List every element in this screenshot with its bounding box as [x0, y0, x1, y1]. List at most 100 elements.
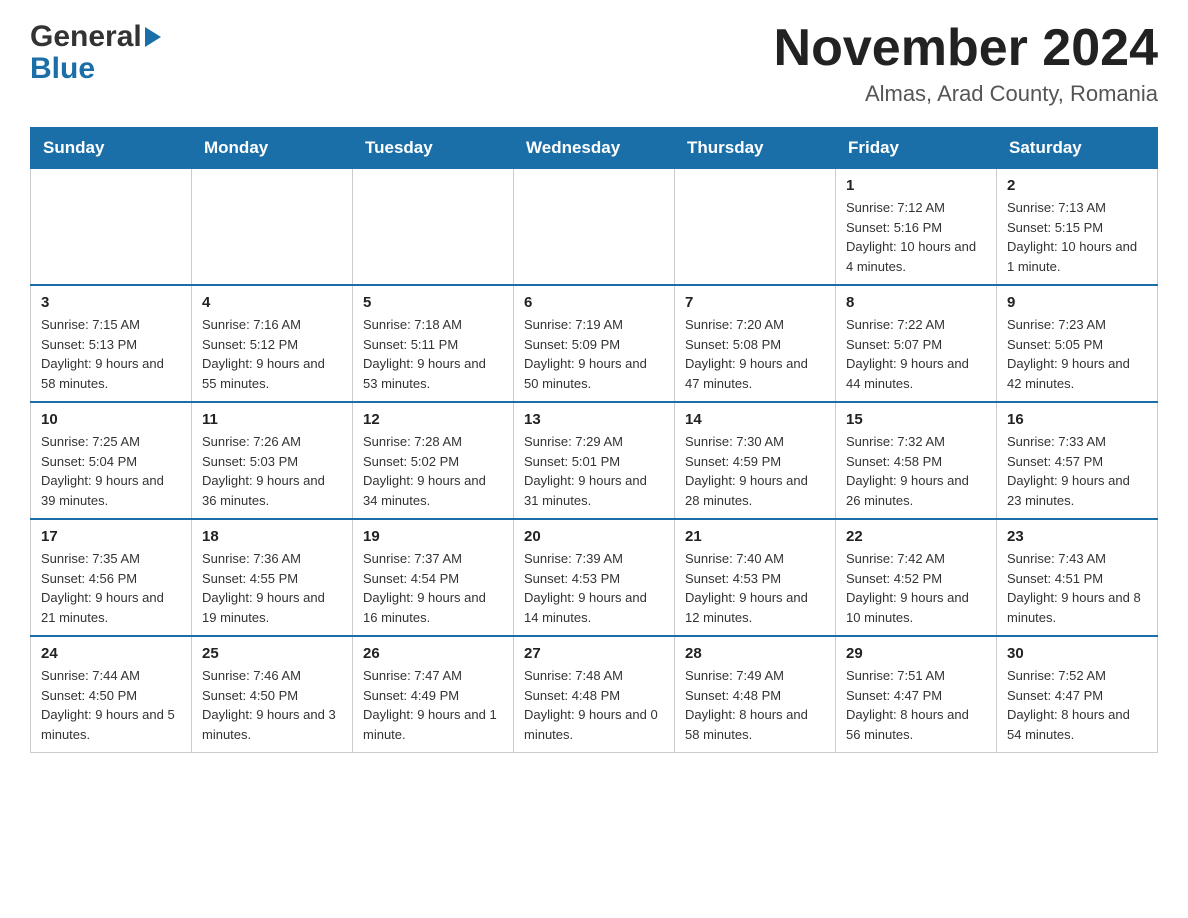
day-number: 7: [685, 294, 825, 311]
calendar-day-cell: 8 Sunrise: 7:22 AM Sunset: 5:07 PM Daylig…: [836, 285, 997, 402]
day-info: Sunrise: 7:43 AM Sunset: 4:51 PM Dayligh…: [1007, 549, 1147, 627]
day-info: Sunrise: 7:40 AM Sunset: 4:53 PM Dayligh…: [685, 549, 825, 627]
calendar-day-cell: 14Sunrise: 7:30 AM Sunset: 4:59 PM Dayli…: [675, 402, 836, 519]
day-info: Sunrise: 7:19 AM Sunset: 5:09 PM Dayligh…: [524, 315, 664, 393]
calendar-day-cell: 18Sunrise: 7:36 AM Sunset: 4:55 PM Dayli…: [192, 519, 353, 636]
day-info: Sunrise: 7:51 AM Sunset: 4:47 PM Dayligh…: [846, 666, 986, 744]
calendar-day-cell: [31, 169, 192, 286]
day-number: 3: [41, 294, 181, 311]
calendar-day-cell: 19 Sunrise: 7:37 AM Sunset: 4:54 PM Dayli…: [353, 519, 514, 636]
logo: General Blue: [30, 20, 161, 86]
day-number: 2: [1007, 177, 1147, 194]
day-number: 14: [685, 411, 825, 428]
calendar-day-header: Sunday: [31, 128, 192, 169]
day-number: 5: [363, 294, 503, 311]
day-info: Sunrise: 7:28 AM Sunset: 5:02 PM Dayligh…: [363, 432, 503, 510]
day-info: Sunrise: 7:48 AM Sunset: 4:48 PM Dayligh…: [524, 666, 664, 744]
day-info: Sunrise: 7:36 AM Sunset: 4:55 PM Dayligh…: [202, 549, 342, 627]
calendar-day-header: Friday: [836, 128, 997, 169]
day-number: 28: [685, 645, 825, 662]
day-number: 6: [524, 294, 664, 311]
calendar-day-header: Monday: [192, 128, 353, 169]
calendar-day-cell: 21 Sunrise: 7:40 AM Sunset: 4:53 PM Dayli…: [675, 519, 836, 636]
logo-arrow-icon: [145, 27, 161, 47]
page-header: General Blue November 2024 Almas, Arad C…: [30, 20, 1158, 107]
day-number: 20: [524, 528, 664, 545]
day-info: Sunrise: 7:49 AM Sunset: 4:48 PM Dayligh…: [685, 666, 825, 744]
calendar-week-row: 10 Sunrise: 7:25 AM Sunset: 5:04 PM Dayli…: [31, 402, 1158, 519]
day-number: 24: [41, 645, 181, 662]
calendar-day-cell: [675, 169, 836, 286]
day-info: Sunrise: 7:16 AM Sunset: 5:12 PM Dayligh…: [202, 315, 342, 393]
calendar-week-row: 24Sunrise: 7:44 AM Sunset: 4:50 PM Dayli…: [31, 636, 1158, 753]
calendar-day-cell: 24Sunrise: 7:44 AM Sunset: 4:50 PM Dayli…: [31, 636, 192, 753]
day-info: Sunrise: 7:39 AM Sunset: 4:53 PM Dayligh…: [524, 549, 664, 627]
title-block: November 2024 Almas, Arad County, Romani…: [774, 20, 1158, 107]
calendar-week-row: 3Sunrise: 7:15 AM Sunset: 5:13 PM Daylig…: [31, 285, 1158, 402]
day-info: Sunrise: 7:52 AM Sunset: 4:47 PM Dayligh…: [1007, 666, 1147, 744]
calendar-day-cell: 5 Sunrise: 7:18 AM Sunset: 5:11 PM Daylig…: [353, 285, 514, 402]
calendar-day-cell: 17Sunrise: 7:35 AM Sunset: 4:56 PM Dayli…: [31, 519, 192, 636]
day-info: Sunrise: 7:42 AM Sunset: 4:52 PM Dayligh…: [846, 549, 986, 627]
day-info: Sunrise: 7:33 AM Sunset: 4:57 PM Dayligh…: [1007, 432, 1147, 510]
day-info: Sunrise: 7:47 AM Sunset: 4:49 PM Dayligh…: [363, 666, 503, 744]
calendar-day-header: Tuesday: [353, 128, 514, 169]
day-number: 4: [202, 294, 342, 311]
calendar-day-header: Saturday: [997, 128, 1158, 169]
day-info: Sunrise: 7:37 AM Sunset: 4:54 PM Dayligh…: [363, 549, 503, 627]
day-info: Sunrise: 7:13 AM Sunset: 5:15 PM Dayligh…: [1007, 198, 1147, 276]
day-info: Sunrise: 7:22 AM Sunset: 5:07 PM Dayligh…: [846, 315, 986, 393]
day-info: Sunrise: 7:46 AM Sunset: 4:50 PM Dayligh…: [202, 666, 342, 744]
calendar-day-cell: 11Sunrise: 7:26 AM Sunset: 5:03 PM Dayli…: [192, 402, 353, 519]
logo-general-text: General: [30, 20, 142, 54]
calendar-day-cell: [353, 169, 514, 286]
calendar-day-cell: 9Sunrise: 7:23 AM Sunset: 5:05 PM Daylig…: [997, 285, 1158, 402]
day-number: 17: [41, 528, 181, 545]
calendar-day-cell: [514, 169, 675, 286]
day-number: 1: [846, 177, 986, 194]
day-number: 15: [846, 411, 986, 428]
calendar-day-cell: 30 Sunrise: 7:52 AM Sunset: 4:47 PM Dayli…: [997, 636, 1158, 753]
day-number: 19: [363, 528, 503, 545]
calendar-day-cell: 13Sunrise: 7:29 AM Sunset: 5:01 PM Dayli…: [514, 402, 675, 519]
calendar-day-header: Thursday: [675, 128, 836, 169]
day-info: Sunrise: 7:18 AM Sunset: 5:11 PM Dayligh…: [363, 315, 503, 393]
calendar-day-cell: [192, 169, 353, 286]
logo-blue-text: Blue: [30, 52, 95, 86]
day-number: 22: [846, 528, 986, 545]
calendar-day-cell: 12 Sunrise: 7:28 AM Sunset: 5:02 PM Dayli…: [353, 402, 514, 519]
calendar-day-cell: 28 Sunrise: 7:49 AM Sunset: 4:48 PM Dayli…: [675, 636, 836, 753]
day-number: 8: [846, 294, 986, 311]
page-title: November 2024: [774, 20, 1158, 77]
day-info: Sunrise: 7:20 AM Sunset: 5:08 PM Dayligh…: [685, 315, 825, 393]
page-subtitle: Almas, Arad County, Romania: [774, 81, 1158, 107]
day-info: Sunrise: 7:26 AM Sunset: 5:03 PM Dayligh…: [202, 432, 342, 510]
calendar-day-cell: 23Sunrise: 7:43 AM Sunset: 4:51 PM Dayli…: [997, 519, 1158, 636]
calendar-day-cell: 29 Sunrise: 7:51 AM Sunset: 4:47 PM Dayli…: [836, 636, 997, 753]
day-info: Sunrise: 7:25 AM Sunset: 5:04 PM Dayligh…: [41, 432, 181, 510]
day-info: Sunrise: 7:29 AM Sunset: 5:01 PM Dayligh…: [524, 432, 664, 510]
calendar-day-header: Wednesday: [514, 128, 675, 169]
day-number: 21: [685, 528, 825, 545]
day-number: 29: [846, 645, 986, 662]
calendar-day-cell: 22 Sunrise: 7:42 AM Sunset: 4:52 PM Dayli…: [836, 519, 997, 636]
calendar-table: SundayMondayTuesdayWednesdayThursdayFrid…: [30, 127, 1158, 753]
calendar-day-cell: 7 Sunrise: 7:20 AM Sunset: 5:08 PM Daylig…: [675, 285, 836, 402]
day-number: 12: [363, 411, 503, 428]
day-number: 16: [1007, 411, 1147, 428]
day-number: 27: [524, 645, 664, 662]
calendar-day-cell: 15Sunrise: 7:32 AM Sunset: 4:58 PM Dayli…: [836, 402, 997, 519]
day-info: Sunrise: 7:12 AM Sunset: 5:16 PM Dayligh…: [846, 198, 986, 276]
day-number: 26: [363, 645, 503, 662]
calendar-day-cell: 2 Sunrise: 7:13 AM Sunset: 5:15 PM Daylig…: [997, 169, 1158, 286]
calendar-day-cell: 4 Sunrise: 7:16 AM Sunset: 5:12 PM Daylig…: [192, 285, 353, 402]
calendar-day-cell: 20 Sunrise: 7:39 AM Sunset: 4:53 PM Dayli…: [514, 519, 675, 636]
day-number: 30: [1007, 645, 1147, 662]
calendar-day-cell: 6 Sunrise: 7:19 AM Sunset: 5:09 PM Daylig…: [514, 285, 675, 402]
calendar-day-cell: 27 Sunrise: 7:48 AM Sunset: 4:48 PM Dayli…: [514, 636, 675, 753]
day-number: 10: [41, 411, 181, 428]
day-number: 9: [1007, 294, 1147, 311]
calendar-header-row: SundayMondayTuesdayWednesdayThursdayFrid…: [31, 128, 1158, 169]
calendar-day-cell: 16 Sunrise: 7:33 AM Sunset: 4:57 PM Dayli…: [997, 402, 1158, 519]
calendar-day-cell: 1 Sunrise: 7:12 AM Sunset: 5:16 PM Daylig…: [836, 169, 997, 286]
